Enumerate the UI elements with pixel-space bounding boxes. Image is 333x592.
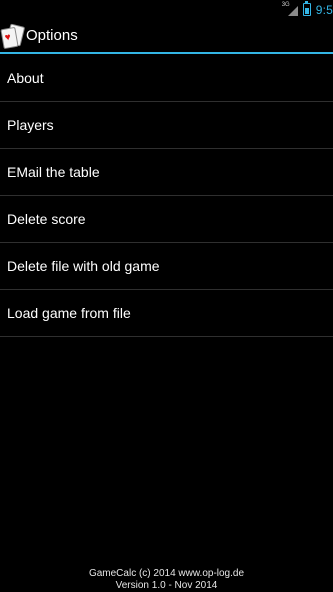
status-icons: 3G 9:5 bbox=[282, 0, 333, 19]
action-bar: ♥ Options bbox=[0, 19, 333, 54]
battery-icon bbox=[302, 1, 311, 16]
status-clock: 9:5 bbox=[315, 2, 333, 17]
footer-version: Version 1.0 - Nov 2014 bbox=[115, 580, 218, 591]
page-title: Options bbox=[26, 27, 78, 44]
options-menu: About Players EMail the table Delete sco… bbox=[0, 55, 333, 337]
footer: GameCalc (c) 2014 www.op-log.de Version … bbox=[0, 568, 333, 592]
menu-item-delete-score[interactable]: Delete score bbox=[0, 196, 333, 243]
status-bar: 3G 9:5 bbox=[0, 0, 333, 19]
menu-item-load-game[interactable]: Load game from file bbox=[0, 290, 333, 337]
menu-item-players[interactable]: Players bbox=[0, 102, 333, 149]
signal-strength-icon bbox=[287, 5, 298, 16]
menu-item-delete-old-game[interactable]: Delete file with old game bbox=[0, 243, 333, 290]
footer-copyright: GameCalc (c) 2014 www.op-log.de bbox=[88, 568, 245, 579]
heart-icon: ♥ bbox=[4, 31, 12, 44]
menu-item-email-table[interactable]: EMail the table bbox=[0, 149, 333, 196]
signal-icon: 3G bbox=[282, 2, 298, 17]
menu-item-about[interactable]: About bbox=[0, 55, 333, 102]
playing-cards-icon[interactable]: ♥ bbox=[0, 22, 26, 49]
